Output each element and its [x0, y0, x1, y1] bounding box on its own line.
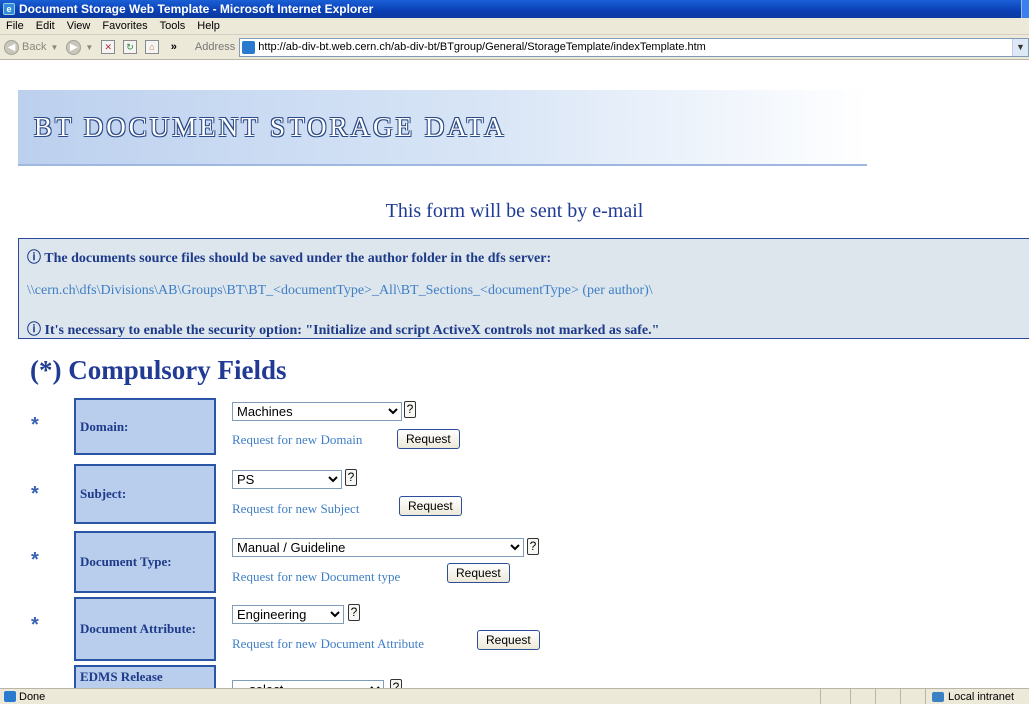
ie-logo-icon: e [3, 3, 15, 15]
stop-icon[interactable]: ✕ [101, 40, 116, 54]
forward-button[interactable]: ▶ ▼ [66, 39, 93, 55]
required-star: * [31, 483, 39, 505]
edms-release-label: EDMS Release [74, 665, 216, 688]
document-attribute-select[interactable]: Engineering [232, 605, 344, 624]
refresh-icon[interactable]: ↻ [123, 40, 137, 54]
home-icon[interactable]: ⌂ [144, 40, 159, 54]
document-attribute-request-button[interactable]: Request [477, 630, 540, 650]
back-dropdown-icon[interactable]: ▼ [50, 43, 58, 52]
intranet-icon [932, 691, 944, 702]
domain-help-button[interactable]: ? [404, 401, 416, 418]
domain-label: Domain: [74, 398, 216, 455]
security-zone: Local intranet [925, 689, 1029, 704]
required-star: * [31, 414, 39, 436]
info-line-dfs: ⓘ The documents source files should be s… [27, 251, 552, 266]
compulsory-heading: (*) Compulsory Fields [30, 355, 287, 385]
subject-request-button[interactable]: Request [399, 496, 462, 516]
menu-favorites[interactable]: Favorites [102, 20, 147, 32]
status-bar: Done Local intranet [0, 688, 1029, 704]
status-text: Done [19, 690, 46, 703]
toolbar-chevron[interactable]: » [171, 41, 177, 53]
page-icon [242, 40, 256, 54]
document-type-request-button[interactable]: Request [447, 563, 510, 583]
forward-dropdown-icon[interactable]: ▼ [85, 43, 93, 52]
menu-tools[interactable]: Tools [160, 20, 186, 32]
window-title: Document Storage Web Template - Microsof… [19, 2, 374, 16]
info-line-security: ⓘ It's necessary to enable the security … [27, 323, 660, 338]
status-divider [820, 689, 821, 704]
domain-request-text: Request for new Domain [232, 432, 363, 447]
document-attribute-request-text: Request for new Document Attribute [232, 636, 425, 651]
page-done-icon [4, 691, 16, 702]
subject-help-button[interactable]: ? [345, 469, 357, 486]
window-controls-edge[interactable] [1021, 0, 1029, 18]
address-label: Address [194, 41, 236, 53]
back-button[interactable]: ◀ Back ▼ [4, 39, 58, 55]
menu-edit[interactable]: Edit [36, 20, 55, 32]
browser-window: e Document Storage Web Template - Micros… [0, 0, 1029, 704]
title-bar: e Document Storage Web Template - Micros… [0, 0, 1029, 18]
dfs-path: \\cern.ch\dfs\Divisions\AB\Groups\BT\BT_… [27, 283, 653, 298]
menu-help[interactable]: Help [197, 20, 220, 32]
required-star: * [31, 614, 39, 636]
edms-release-help-button[interactable]: ? [390, 679, 402, 688]
zone-label: Local intranet [948, 690, 1015, 703]
back-arrow-icon: ◀ [4, 39, 19, 55]
toolbar: ◀ Back ▼ ▶ ▼ ✕ ↻ ⌂ » Address http://ab-d… [0, 35, 1029, 60]
banner: BT DOCUMENT STORAGE DATA [18, 90, 867, 166]
document-type-label: Document Type: [74, 531, 216, 593]
info-box: ⓘ The documents source files should be s… [18, 238, 1029, 339]
domain-request-button[interactable]: Request [397, 429, 460, 449]
page-content: BT DOCUMENT STORAGE DATA This form will … [0, 60, 1029, 688]
address-url[interactable]: http://ab-div-bt.web.cern.ch/ab-div-bt/B… [258, 41, 706, 53]
document-attribute-label: Document Attribute: [74, 597, 216, 661]
banner-title: BT DOCUMENT STORAGE DATA [34, 112, 507, 142]
document-type-help-button[interactable]: ? [527, 538, 539, 555]
form-sent-notice: This form will be sent by e-mail [385, 200, 644, 222]
forward-arrow-icon: ▶ [66, 39, 82, 55]
back-label: Back [22, 41, 47, 53]
status-divider [850, 689, 851, 704]
address-dropdown-icon[interactable]: ▼ [1012, 38, 1028, 56]
document-type-request-text: Request for new Document type [232, 569, 401, 584]
document-type-select[interactable]: Manual / Guideline [232, 538, 524, 557]
status-divider [875, 689, 876, 704]
subject-select[interactable]: PS [232, 470, 342, 489]
edms-release-select[interactable]: -- select -- [232, 680, 384, 688]
subject-request-text: Request for new Subject [232, 501, 360, 516]
status-divider [900, 689, 901, 704]
domain-select[interactable]: Machines [232, 402, 402, 421]
document-attribute-help-button[interactable]: ? [348, 604, 360, 621]
menu-bar: File Edit View Favorites Tools Help [0, 18, 1029, 35]
menu-file[interactable]: File [6, 20, 24, 32]
subject-label: Subject: [74, 464, 216, 524]
address-bar[interactable]: http://ab-div-bt.web.cern.ch/ab-div-bt/B… [239, 37, 1029, 57]
menu-view[interactable]: View [67, 20, 91, 32]
required-star: * [31, 549, 39, 571]
